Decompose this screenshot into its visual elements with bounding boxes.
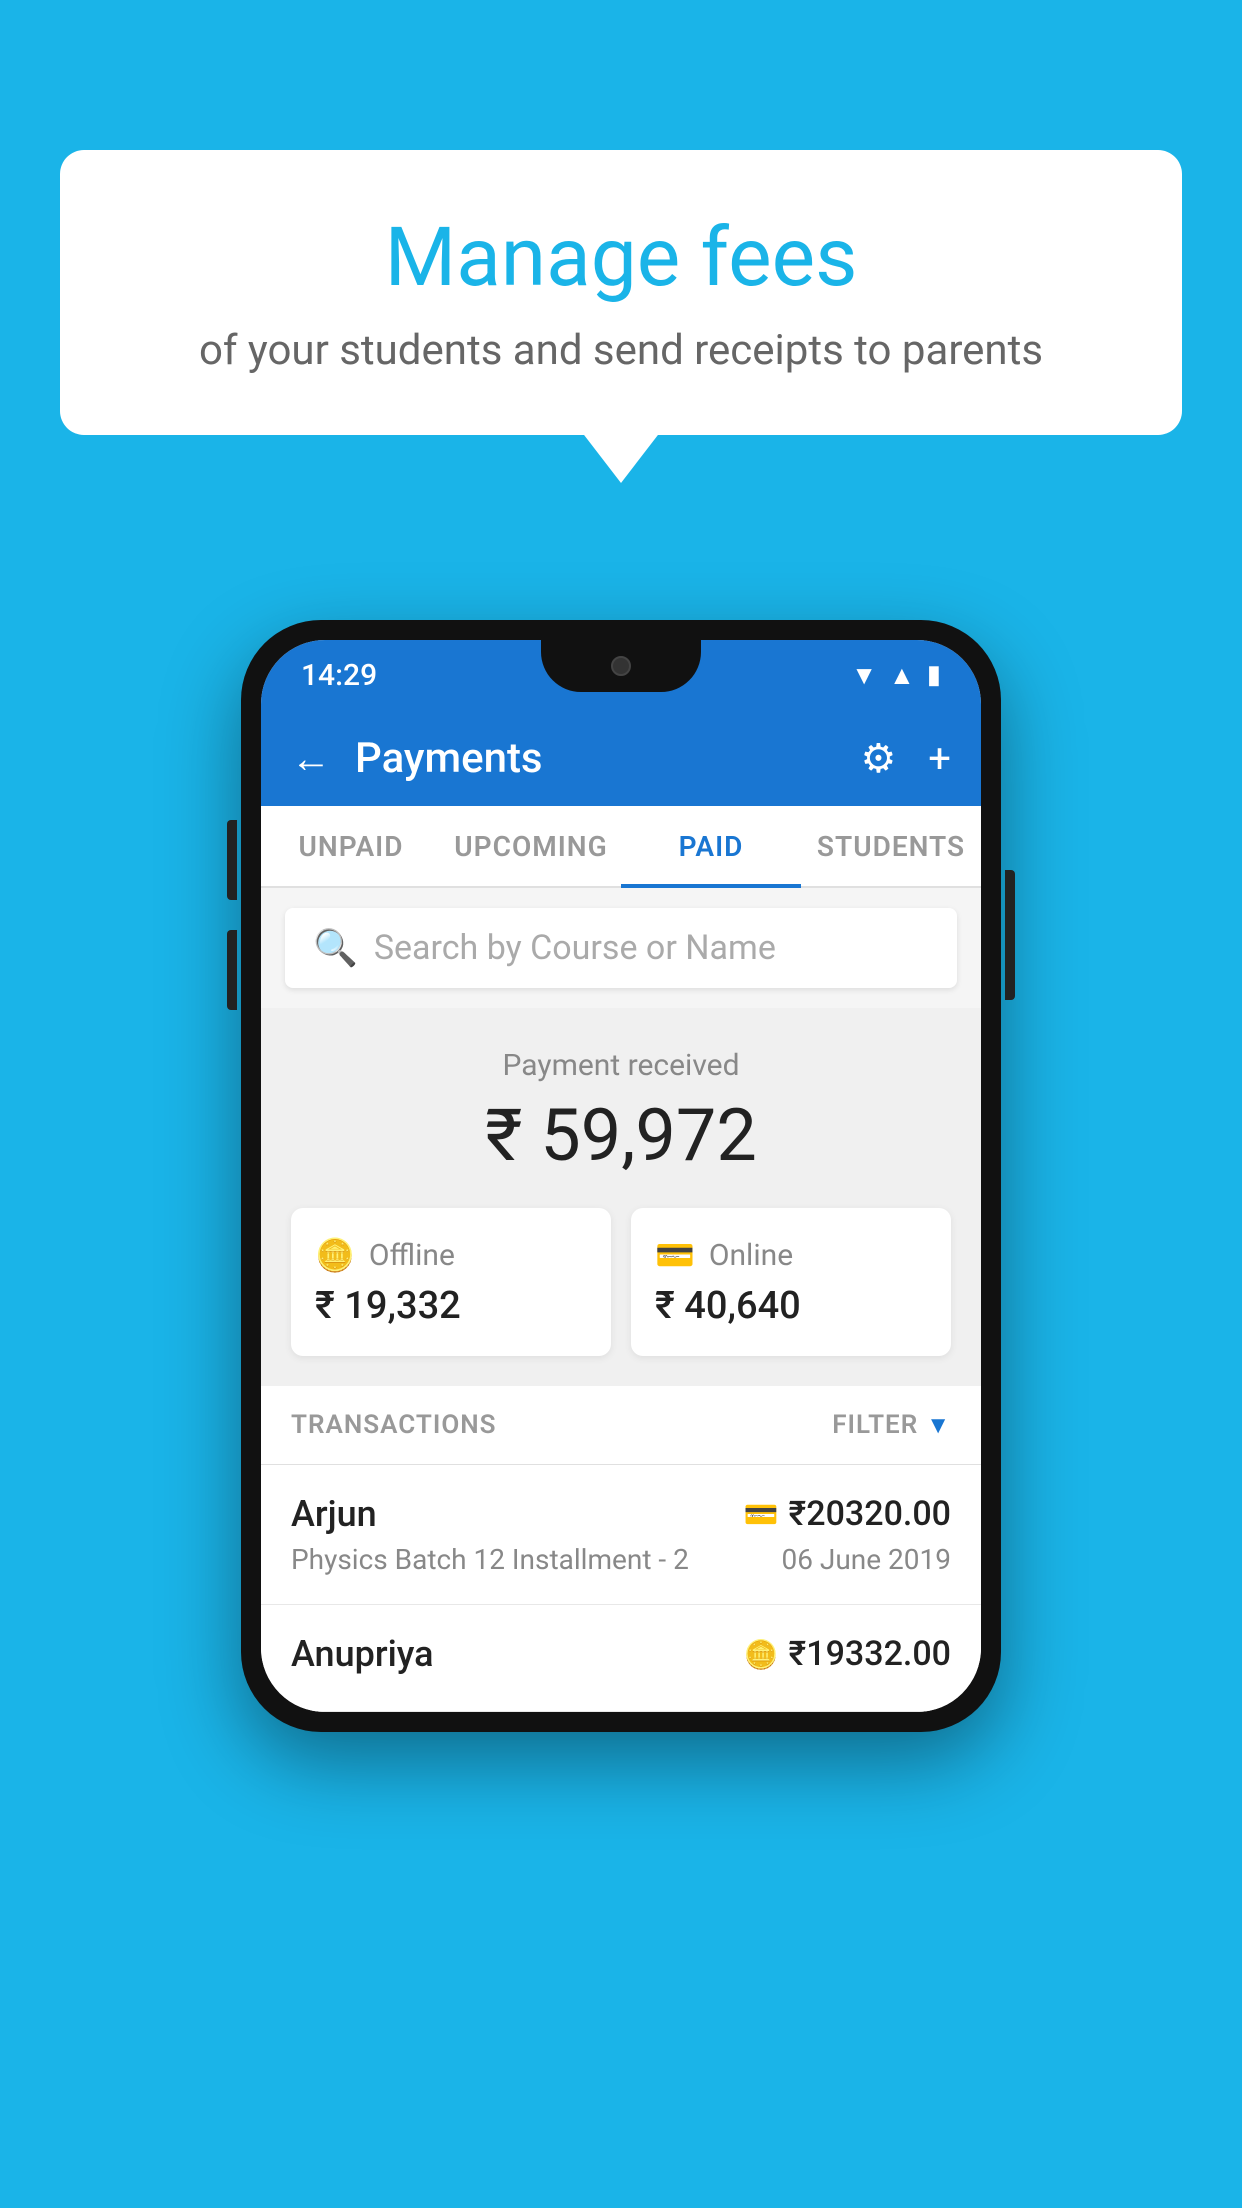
status-time: 14:29 — [301, 658, 377, 693]
transaction-amount-container: 💳 ₹20320.00 — [744, 1494, 951, 1534]
search-container: 🔍 Search by Course or Name — [261, 888, 981, 1008]
speech-bubble: Manage fees of your students and send re… — [60, 150, 1182, 435]
offline-amount: ₹ 19,332 — [315, 1284, 587, 1328]
payment-amount: ₹ 59,972 — [291, 1093, 951, 1178]
tab-paid[interactable]: PAID — [621, 806, 801, 886]
bubble-subtitle: of your students and send receipts to pa… — [140, 326, 1102, 375]
payment-label: Payment received — [291, 1048, 951, 1083]
side-button-vol-up — [227, 820, 237, 900]
transaction-date: 06 June 2019 — [781, 1543, 951, 1576]
phone-screen: 14:29 ▼ ▲ ▮ ← Payments ⚙ + UNPAID — [261, 640, 981, 1712]
tabs: UNPAID UPCOMING PAID STUDENTS — [261, 806, 981, 888]
transaction-amount: ₹20320.00 — [789, 1494, 951, 1534]
transaction-name: Anupriya — [291, 1633, 434, 1675]
cash-icon: 🪙 — [315, 1236, 355, 1274]
online-type: Online — [709, 1238, 793, 1273]
tab-unpaid[interactable]: UNPAID — [261, 806, 441, 886]
settings-icon[interactable]: ⚙ — [860, 735, 896, 782]
transaction-top: Arjun 💳 ₹20320.00 — [291, 1493, 951, 1535]
bubble-title: Manage fees — [140, 210, 1102, 306]
card-icon: 💳 — [655, 1236, 695, 1274]
side-button-vol-down — [227, 930, 237, 1010]
search-bar[interactable]: 🔍 Search by Course or Name — [285, 908, 957, 988]
online-amount: ₹ 40,640 — [655, 1284, 927, 1328]
transaction-amount-container: 🪙 ₹19332.00 — [744, 1634, 951, 1674]
add-icon[interactable]: + — [928, 735, 951, 782]
side-button-power — [1005, 870, 1015, 1000]
payment-received-section: Payment received ₹ 59,972 🪙 Offline ₹ 19… — [261, 1008, 981, 1386]
wifi-icon: ▼ — [851, 660, 877, 691]
transaction-top: Anupriya 🪙 ₹19332.00 — [291, 1633, 951, 1675]
filter-icon: ▼ — [926, 1411, 951, 1440]
back-button[interactable]: ← — [291, 735, 331, 782]
tab-students[interactable]: STUDENTS — [801, 806, 981, 886]
app-bar-actions: ⚙ + — [860, 735, 951, 782]
notch — [541, 640, 701, 692]
page-title: Payments — [355, 734, 836, 783]
offline-type: Offline — [369, 1238, 455, 1273]
battery-icon: ▮ — [927, 660, 941, 690]
status-bar: 14:29 ▼ ▲ ▮ — [261, 640, 981, 710]
app-bar: ← Payments ⚙ + — [261, 710, 981, 806]
payment-card-icon: 💳 — [744, 1498, 779, 1531]
signal-icon: ▲ — [889, 660, 915, 691]
search-input[interactable]: Search by Course or Name — [374, 928, 776, 968]
transactions-label: TRANSACTIONS — [291, 1410, 497, 1440]
speech-bubble-container: Manage fees of your students and send re… — [60, 150, 1182, 435]
offline-card-header: 🪙 Offline — [315, 1236, 587, 1274]
online-card-header: 💳 Online — [655, 1236, 927, 1274]
phone-frame: 14:29 ▼ ▲ ▮ ← Payments ⚙ + UNPAID — [241, 620, 1001, 1732]
payment-cash-icon: 🪙 — [744, 1638, 779, 1671]
camera — [611, 656, 631, 676]
transaction-bottom: Physics Batch 12 Installment - 2 06 June… — [291, 1543, 951, 1576]
filter-button[interactable]: FILTER ▼ — [832, 1410, 951, 1440]
tab-upcoming[interactable]: UPCOMING — [441, 806, 621, 886]
transactions-header: TRANSACTIONS FILTER ▼ — [261, 1386, 981, 1465]
search-icon: 🔍 — [313, 927, 358, 969]
transaction-amount: ₹19332.00 — [789, 1634, 951, 1674]
online-card: 💳 Online ₹ 40,640 — [631, 1208, 951, 1356]
transaction-name: Arjun — [291, 1493, 377, 1535]
payment-cards: 🪙 Offline ₹ 19,332 💳 Online ₹ 40,640 — [291, 1208, 951, 1356]
offline-card: 🪙 Offline ₹ 19,332 — [291, 1208, 611, 1356]
status-icons: ▼ ▲ ▮ — [851, 660, 941, 691]
transaction-row: Arjun 💳 ₹20320.00 Physics Batch 12 Insta… — [261, 1465, 981, 1605]
transaction-row: Anupriya 🪙 ₹19332.00 — [261, 1605, 981, 1712]
transaction-desc: Physics Batch 12 Installment - 2 — [291, 1543, 689, 1576]
